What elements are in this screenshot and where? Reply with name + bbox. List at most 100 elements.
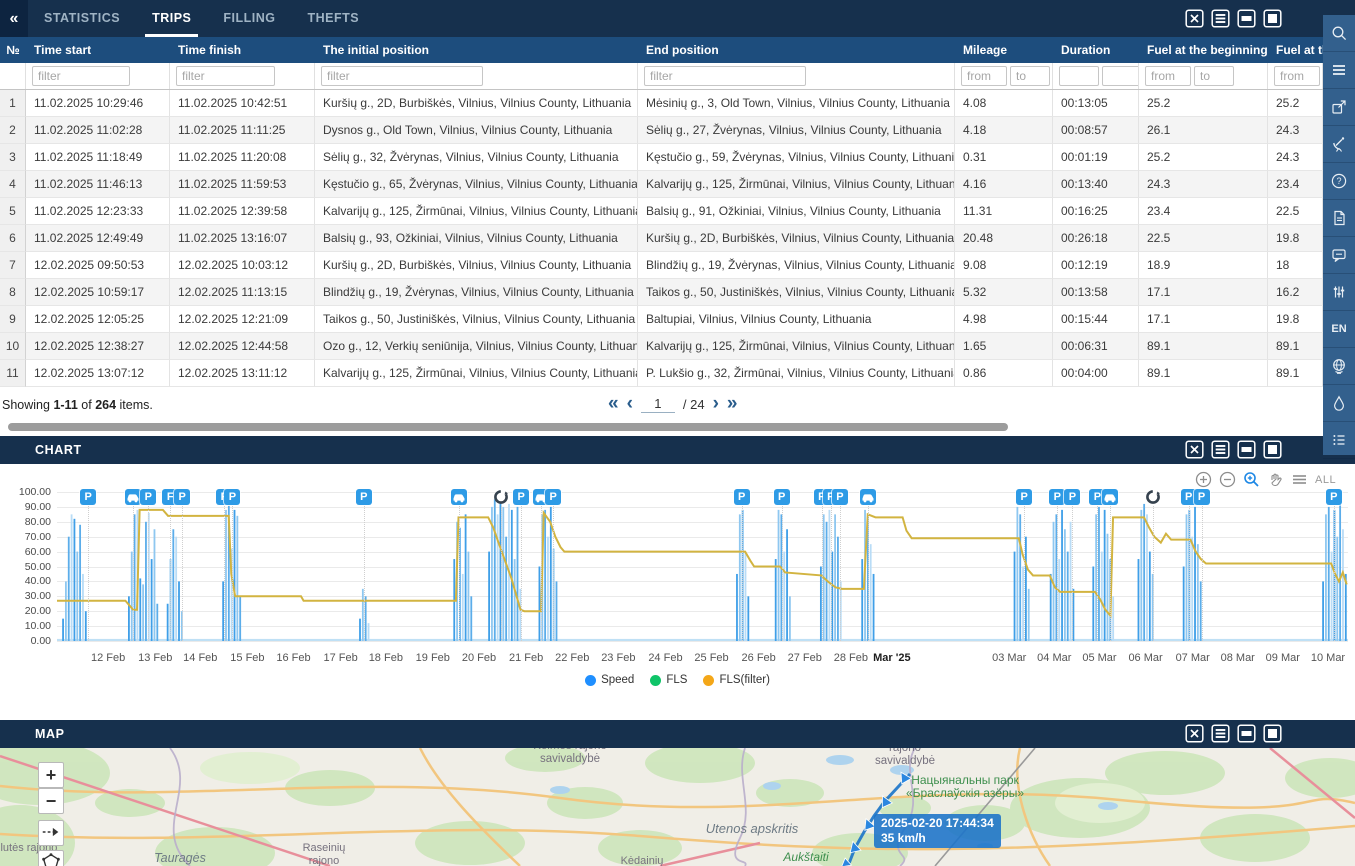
table-row[interactable]: 411.02.2025 11:46:1311.02.2025 11:59:53K… xyxy=(0,171,1323,198)
help-icon[interactable]: ? xyxy=(1323,163,1355,200)
table-row[interactable]: 211.02.2025 11:02:2811.02.2025 11:11:25D… xyxy=(0,117,1323,144)
chart-lines-menu-icon[interactable] xyxy=(1291,471,1308,488)
fuel-event-marker-icon[interactable] xyxy=(1145,489,1161,505)
end-position-filter-input[interactable] xyxy=(644,66,806,86)
map-route-tool-button[interactable] xyxy=(38,820,64,846)
tab-trips[interactable]: TRIPS xyxy=(136,0,207,37)
mileage-from-input[interactable] xyxy=(961,66,1007,86)
parking-marker-icon[interactable]: P xyxy=(1016,489,1032,505)
next-page-icon[interactable]: › xyxy=(713,392,719,416)
chat-icon[interactable] xyxy=(1323,237,1355,274)
column-header-mileage[interactable]: Mileage xyxy=(955,37,1053,63)
mileage-to-input[interactable] xyxy=(1010,66,1050,86)
trip-marker-icon[interactable] xyxy=(1102,489,1118,505)
parking-marker-icon[interactable]: P xyxy=(774,489,790,505)
column-header-fuel-at-the-beginning[interactable]: Fuel at the beginning xyxy=(1139,37,1268,63)
parking-marker-icon[interactable]: P xyxy=(1049,489,1065,505)
fuel-at-th-from-input[interactable] xyxy=(1274,66,1320,86)
parking-marker-icon[interactable]: P xyxy=(140,489,156,505)
duration-to-input[interactable] xyxy=(1102,66,1139,86)
page-number-input[interactable] xyxy=(641,395,675,413)
map-panel-close-icon[interactable] xyxy=(1185,724,1204,743)
map-zoom-in-button[interactable]: + xyxy=(38,762,64,788)
parking-marker-icon[interactable]: P xyxy=(545,489,561,505)
droplet-icon[interactable] xyxy=(1323,385,1355,422)
map-panel-list-view-icon[interactable] xyxy=(1211,724,1230,743)
table-row[interactable]: 1012.02.2025 12:38:2712.02.2025 12:44:58… xyxy=(0,333,1323,360)
tab-filling[interactable]: FILLING xyxy=(207,0,291,37)
language-en[interactable]: EN xyxy=(1323,311,1355,348)
search-icon[interactable] xyxy=(1323,15,1355,52)
parking-marker-icon[interactable]: P xyxy=(513,489,529,505)
table-panel-close-icon[interactable] xyxy=(1185,9,1204,28)
horizontal-scrollbar[interactable] xyxy=(8,423,1008,431)
first-page-icon[interactable]: « xyxy=(608,392,619,416)
map-panel-maximize-icon[interactable] xyxy=(1263,724,1282,743)
trip-marker-icon[interactable] xyxy=(860,489,876,505)
parking-marker-icon[interactable]: P xyxy=(174,489,190,505)
pan-hand-icon[interactable] xyxy=(1267,471,1284,488)
map-canvas[interactable]: Kelmės rajono savivaldybėrajono savivald… xyxy=(0,748,1355,866)
fuel-at-the-beginning-to-input[interactable] xyxy=(1194,66,1234,86)
collapse-sidebar-button[interactable]: « xyxy=(0,0,28,37)
legend-item-speed[interactable]: Speed xyxy=(585,674,634,686)
duration-from-input[interactable] xyxy=(1059,66,1099,86)
column-header--[interactable]: № xyxy=(0,37,26,63)
time-start-filter-input[interactable] xyxy=(32,66,130,86)
menu-icon[interactable] xyxy=(1323,52,1355,89)
table-row[interactable]: 912.02.2025 12:05:2512.02.2025 12:21:09T… xyxy=(0,306,1323,333)
satellite-icon[interactable] xyxy=(1323,126,1355,163)
chart-panel-split-view-icon[interactable] xyxy=(1237,440,1256,459)
parking-marker-icon[interactable]: P xyxy=(1194,489,1210,505)
parking-marker-icon[interactable]: P xyxy=(224,489,240,505)
parking-marker-icon[interactable]: P xyxy=(734,489,750,505)
tab-statistics[interactable]: STATISTICS xyxy=(28,0,136,37)
sliders-icon[interactable] xyxy=(1323,274,1355,311)
parking-marker-icon[interactable]: P xyxy=(1326,489,1342,505)
map-panel-split-view-icon[interactable] xyxy=(1237,724,1256,743)
fuel-event-marker-icon[interactable] xyxy=(493,489,509,505)
table-row[interactable]: 1112.02.2025 13:07:1212.02.2025 13:11:12… xyxy=(0,360,1323,387)
column-header-duration[interactable]: Duration xyxy=(1053,37,1139,63)
chart-all-button[interactable]: ALL xyxy=(1315,474,1336,486)
column-header-the-initial-position[interactable]: The initial position xyxy=(315,37,638,63)
column-header-fuel-at-th[interactable]: Fuel at th xyxy=(1268,37,1323,63)
legend-item-fls-filter-[interactable]: FLS(filter) xyxy=(703,674,769,686)
fuel-at-the-beginning-from-input[interactable] xyxy=(1145,66,1191,86)
chart-panel-maximize-icon[interactable] xyxy=(1263,440,1282,459)
column-header-end-position[interactable]: End position xyxy=(638,37,955,63)
table-row[interactable]: 111.02.2025 10:29:4611.02.2025 10:42:51K… xyxy=(0,90,1323,117)
globe-icon[interactable] xyxy=(1323,348,1355,385)
table-row[interactable]: 712.02.2025 09:50:5312.02.2025 10:03:12K… xyxy=(0,252,1323,279)
parking-marker-icon[interactable]: P xyxy=(832,489,848,505)
column-header-time-finish[interactable]: Time finish xyxy=(170,37,315,63)
the-initial-position-filter-input[interactable] xyxy=(321,66,483,86)
table-panel-maximize-icon[interactable] xyxy=(1263,9,1282,28)
document-icon[interactable] xyxy=(1323,200,1355,237)
table-row[interactable]: 511.02.2025 12:23:3311.02.2025 12:39:58K… xyxy=(0,198,1323,225)
map-zoom-out-button[interactable]: − xyxy=(38,788,64,814)
table-panel-list-view-icon[interactable] xyxy=(1211,9,1230,28)
last-page-icon[interactable]: » xyxy=(727,392,738,416)
parking-marker-icon[interactable]: P xyxy=(80,489,96,505)
table-panel-split-view-icon[interactable] xyxy=(1237,9,1256,28)
tab-thefts[interactable]: THEFTS xyxy=(292,0,376,37)
table-row[interactable]: 611.02.2025 12:49:4911.02.2025 13:16:07B… xyxy=(0,225,1323,252)
column-header-time-start[interactable]: Time start xyxy=(26,37,170,63)
prev-page-icon[interactable]: ‹ xyxy=(627,392,633,416)
time-finish-filter-input[interactable] xyxy=(176,66,275,86)
export-icon[interactable] xyxy=(1323,89,1355,126)
trip-marker-icon[interactable] xyxy=(125,489,141,505)
trip-marker-icon[interactable] xyxy=(451,489,467,505)
parking-marker-icon[interactable]: P xyxy=(356,489,372,505)
parking-marker-icon[interactable]: P xyxy=(1064,489,1080,505)
table-row[interactable]: 812.02.2025 10:59:1712.02.2025 11:13:15B… xyxy=(0,279,1323,306)
zoom-selection-icon[interactable] xyxy=(1243,471,1260,488)
list-icon[interactable] xyxy=(1323,422,1355,459)
map-area-tool-button[interactable] xyxy=(38,850,64,866)
table-row[interactable]: 311.02.2025 11:18:4911.02.2025 11:20:08S… xyxy=(0,144,1323,171)
chart-panel-list-view-icon[interactable] xyxy=(1211,440,1230,459)
chart-panel-close-icon[interactable] xyxy=(1185,440,1204,459)
zoom-in-icon[interactable] xyxy=(1195,471,1212,488)
legend-item-fls[interactable]: FLS xyxy=(650,674,687,686)
